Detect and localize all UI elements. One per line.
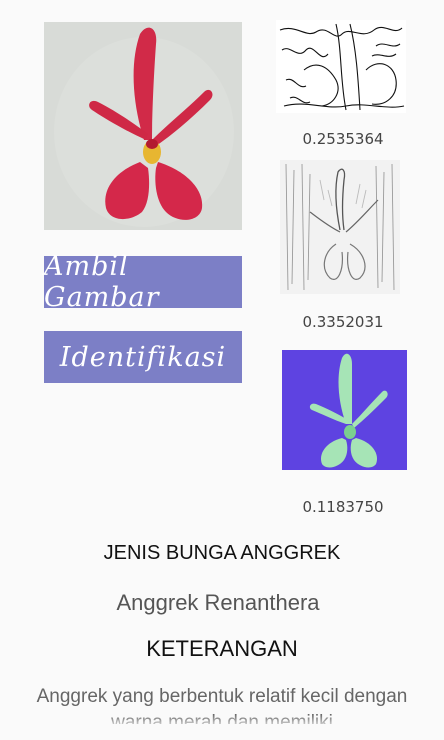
identify-button[interactable]: Identifikasi — [44, 331, 242, 383]
orchid-type-value: Anggrek Renanthera — [116, 590, 320, 615]
scroll-fade — [0, 714, 444, 740]
texture-feature-score: 0.3352031 — [302, 313, 384, 331]
take-picture-button[interactable]: Ambil Gambar — [44, 251, 242, 313]
edge-feature-score: 0.2535364 — [302, 130, 384, 148]
orchid-type-heading: JENIS BUNGA ANGGREK — [103, 542, 341, 564]
orchid-photo — [44, 22, 242, 230]
edge-feature-image — [276, 20, 406, 113]
color-feature-image — [282, 350, 407, 470]
description-heading: KETERANGAN — [146, 636, 298, 661]
texture-feature-image — [280, 160, 400, 294]
color-feature-score: 0.1183750 — [302, 498, 384, 516]
